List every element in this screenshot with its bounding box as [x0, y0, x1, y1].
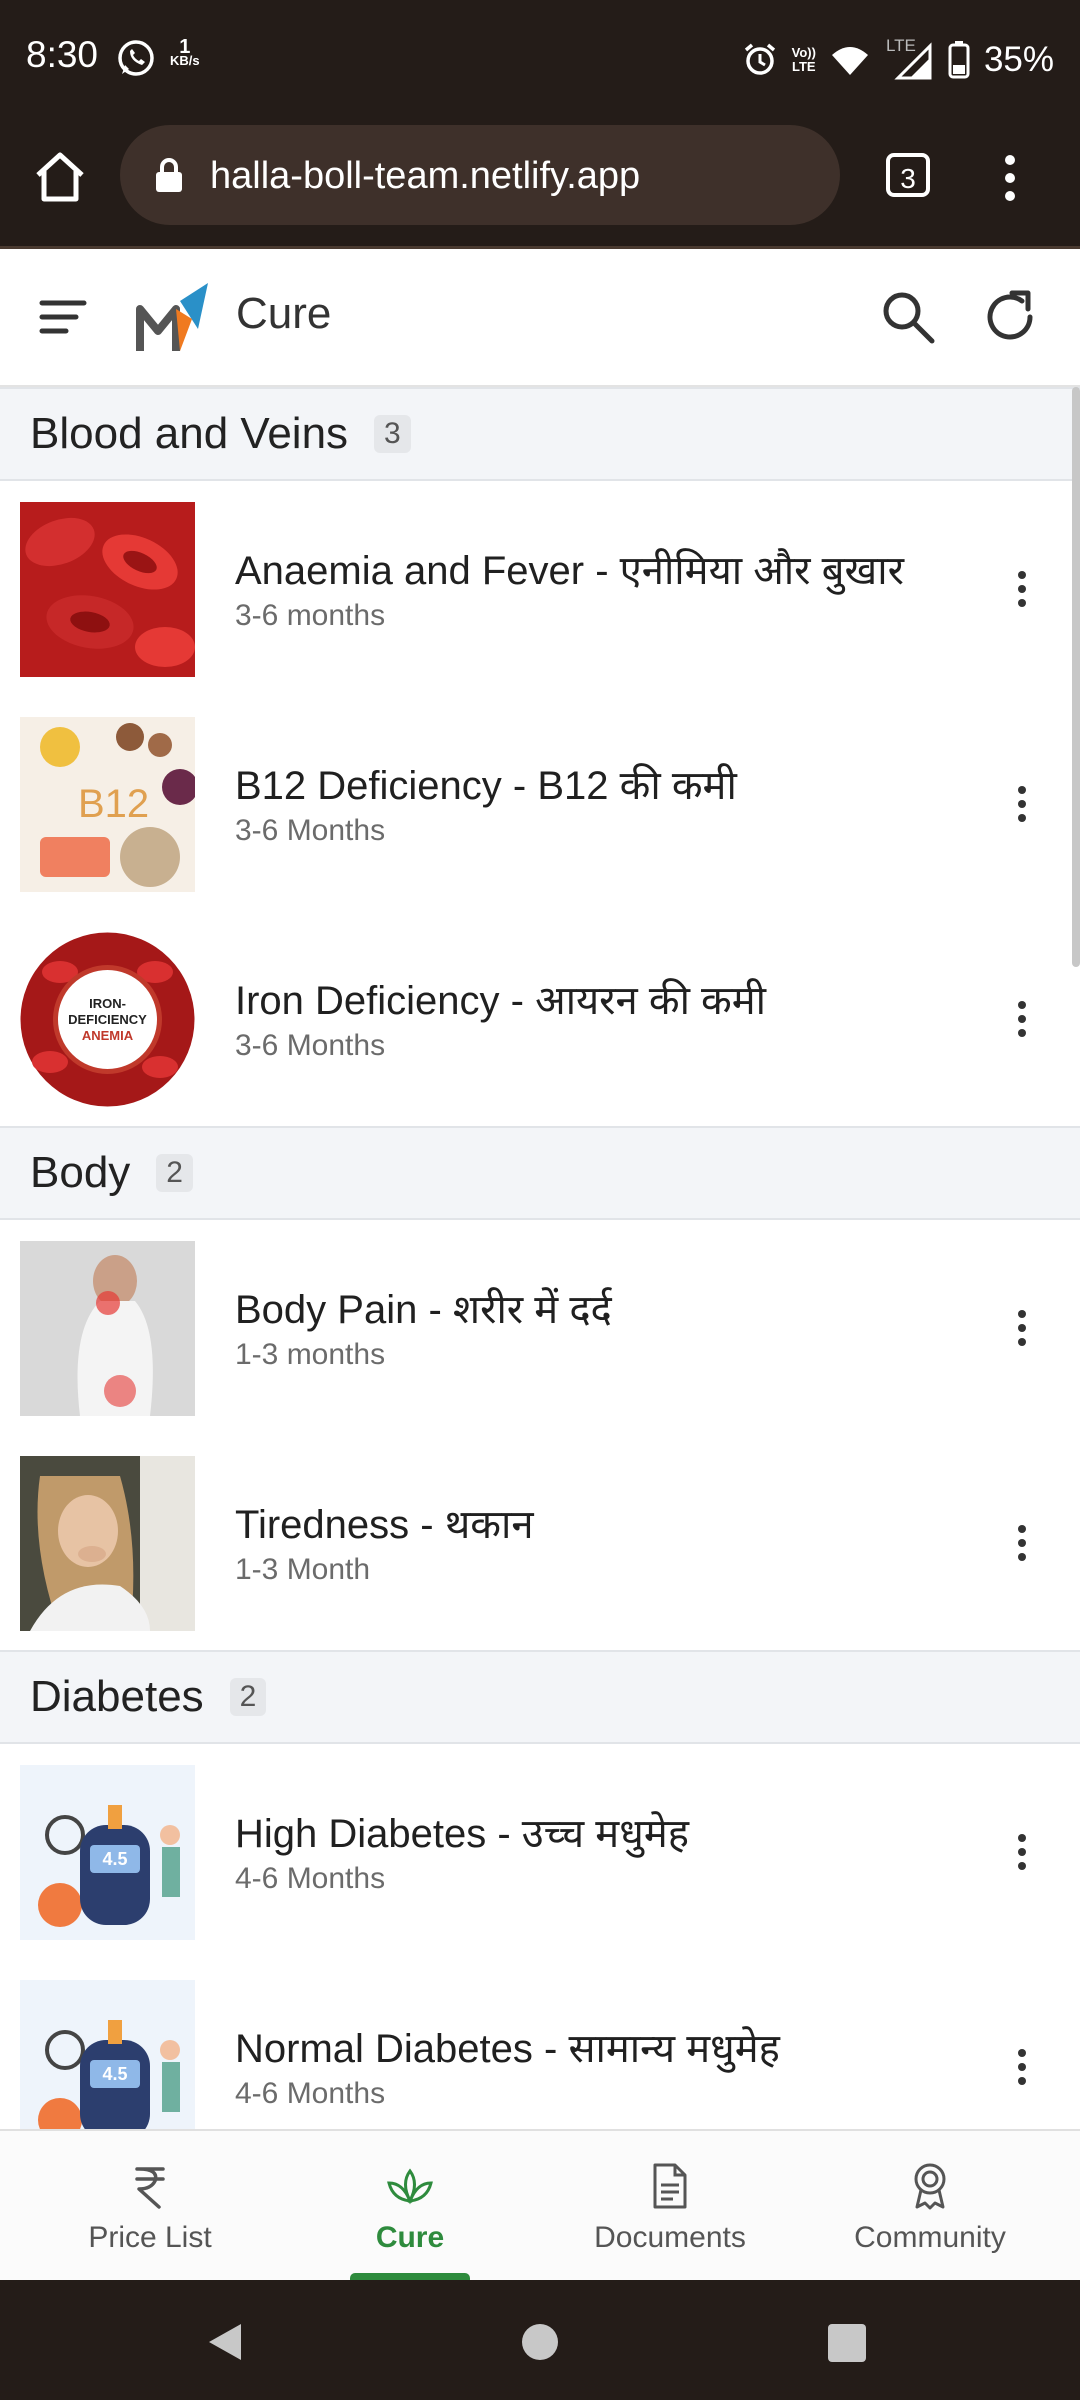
more-vert-icon[interactable] — [1010, 1304, 1034, 1352]
item-title: Anaemia and Fever - एनीमिया और बुखार — [235, 549, 904, 593]
cure-list: Blood and Veins 3 Anaemia and Fever - एन… — [0, 387, 1080, 2129]
app-header: Cure — [0, 249, 1080, 387]
nav-community[interactable]: Community — [800, 2131, 1060, 2282]
search-icon[interactable] — [880, 289, 936, 345]
home-button[interactable] — [522, 2324, 558, 2360]
browser-toolbar: halla-boll-team.netlify.app 3 — [0, 120, 1080, 249]
home-icon[interactable] — [30, 147, 90, 207]
list-item[interactable]: Body Pain - शरीर में दर्द 1-3 months — [0, 1220, 1080, 1435]
section-header-blood-and-veins[interactable]: Blood and Veins 3 — [0, 387, 1080, 481]
nav-label: Documents — [594, 2221, 746, 2254]
item-duration: 4-6 Months — [235, 2077, 386, 2110]
item-duration: 1-3 Month — [235, 1553, 371, 1586]
scrollbar[interactable] — [1072, 387, 1080, 967]
svg-text:ANEMIA: ANEMIA — [82, 1028, 134, 1043]
section-header-diabetes[interactable]: Diabetes 2 — [0, 1650, 1080, 1744]
document-icon — [653, 2163, 687, 2209]
item-duration: 3-6 months — [235, 599, 386, 632]
award-icon — [914, 2163, 946, 2210]
whatsapp-icon — [118, 40, 154, 76]
page-title: Cure — [236, 289, 332, 338]
diabetes-thumbnail: 4.5 — [20, 1980, 195, 2129]
item-title: Normal Diabetes - सामान्य मधुमेह — [235, 2027, 780, 2071]
more-vert-icon[interactable] — [1010, 1519, 1034, 1567]
list-item[interactable]: B12 B12 Deficiency - B12 की कमी 3-6 Mont… — [0, 696, 1080, 911]
lotus-icon — [387, 2168, 433, 2205]
section-title: Diabetes — [30, 1672, 204, 1721]
item-duration: 4-6 Months — [235, 1862, 386, 1895]
item-title: B12 Deficiency - B12 की कमी — [235, 764, 737, 808]
item-duration: 3-6 Months — [235, 1029, 386, 1062]
item-duration: 1-3 months — [235, 1338, 386, 1371]
svg-text:IRON-: IRON- — [89, 996, 126, 1011]
nav-documents[interactable]: Documents — [540, 2131, 800, 2282]
tiredness-thumbnail — [20, 1456, 195, 1631]
more-vert-icon[interactable] — [1010, 780, 1034, 828]
item-title: Body Pain - शरीर में दर्द — [235, 1288, 612, 1332]
diabetes-thumbnail: 4.5 — [20, 1765, 195, 1940]
list-item[interactable]: 4.5 Normal Diabetes - सामान्य मधुमेह 4-6… — [0, 1959, 1080, 2129]
menu-icon[interactable] — [38, 295, 88, 339]
nav-label: Cure — [375, 2221, 445, 2254]
refresh-icon[interactable] — [982, 287, 1042, 347]
item-title: Tiredness - थकान — [235, 1503, 534, 1547]
volte-indicator: Vo)) LTE — [791, 45, 816, 74]
recents-button[interactable] — [828, 2324, 866, 2362]
svg-text:4.5: 4.5 — [102, 1849, 127, 1869]
back-icon[interactable] — [205, 2320, 245, 2364]
list-item[interactable]: Tiredness - थकान 1-3 Month — [0, 1435, 1080, 1650]
b12-thumbnail: B12 — [20, 717, 195, 892]
more-vert-icon[interactable] — [1010, 995, 1034, 1043]
nav-cure[interactable]: Cure — [280, 2131, 540, 2282]
address-bar[interactable]: halla-boll-team.netlify.app — [120, 125, 840, 225]
section-title: Blood and Veins — [30, 409, 349, 458]
svg-text:4.5: 4.5 — [102, 2064, 127, 2084]
list-item[interactable]: 4.5 High Diabetes - उच्च मधुमेह 4-6 Mont… — [0, 1744, 1080, 1959]
network-speed: 1 KB/s — [170, 36, 200, 68]
section-title: Body — [30, 1148, 131, 1197]
url-text: halla-boll-team.netlify.app — [210, 155, 641, 197]
body-pain-thumbnail — [20, 1241, 195, 1416]
status-bar: 8:30 1 KB/s Vo)) LTE LTE 35% — [0, 0, 1080, 120]
item-title: Iron Deficiency - आयरन की कमी — [235, 979, 767, 1023]
more-vert-icon[interactable] — [990, 148, 1030, 208]
svg-text:B12: B12 — [78, 782, 149, 826]
svg-text:DEFICIENCY: DEFICIENCY — [68, 1012, 147, 1027]
list-item[interactable]: Anaemia and Fever - एनीमिया और बुखार 3-6… — [0, 481, 1080, 696]
more-vert-icon[interactable] — [1010, 2043, 1034, 2091]
item-title: High Diabetes - उच्च मधुमेह — [235, 1812, 689, 1856]
signal-icon: LTE — [884, 36, 934, 80]
list-item[interactable]: IRON- DEFICIENCY ANEMIA Iron Deficiency … — [0, 911, 1080, 1126]
nav-label: Price List — [88, 2221, 212, 2254]
bottom-navigation: Price List Cure Documents Community — [0, 2129, 1080, 2282]
rupee-icon — [135, 2167, 165, 2209]
section-count-badge: 2 — [156, 1154, 193, 1192]
app-logo — [136, 283, 208, 351]
more-vert-icon[interactable] — [1010, 565, 1034, 613]
system-navigation-bar — [0, 2280, 1080, 2400]
item-duration: 3-6 Months — [235, 814, 386, 847]
anaemia-thumbnail — [20, 502, 195, 677]
alarm-icon — [744, 43, 775, 75]
nav-price-list[interactable]: Price List — [20, 2131, 280, 2282]
iron-deficiency-thumbnail: IRON- DEFICIENCY ANEMIA — [20, 932, 195, 1107]
lock-icon — [156, 158, 182, 192]
more-vert-icon[interactable] — [1010, 1828, 1034, 1876]
section-header-body[interactable]: Body 2 — [0, 1126, 1080, 1220]
status-time: 8:30 — [26, 34, 99, 75]
battery-percent: 35% — [983, 40, 1054, 79]
wifi-icon — [831, 47, 868, 75]
nav-label: Community — [854, 2221, 1006, 2254]
section-count-badge: 3 — [374, 415, 411, 453]
section-count-badge: 2 — [229, 1678, 267, 1716]
tab-switcher-button[interactable]: 3 — [886, 153, 930, 197]
battery-icon — [948, 41, 970, 79]
status-icons: Vo)) LTE LTE 35% — [742, 36, 1054, 82]
